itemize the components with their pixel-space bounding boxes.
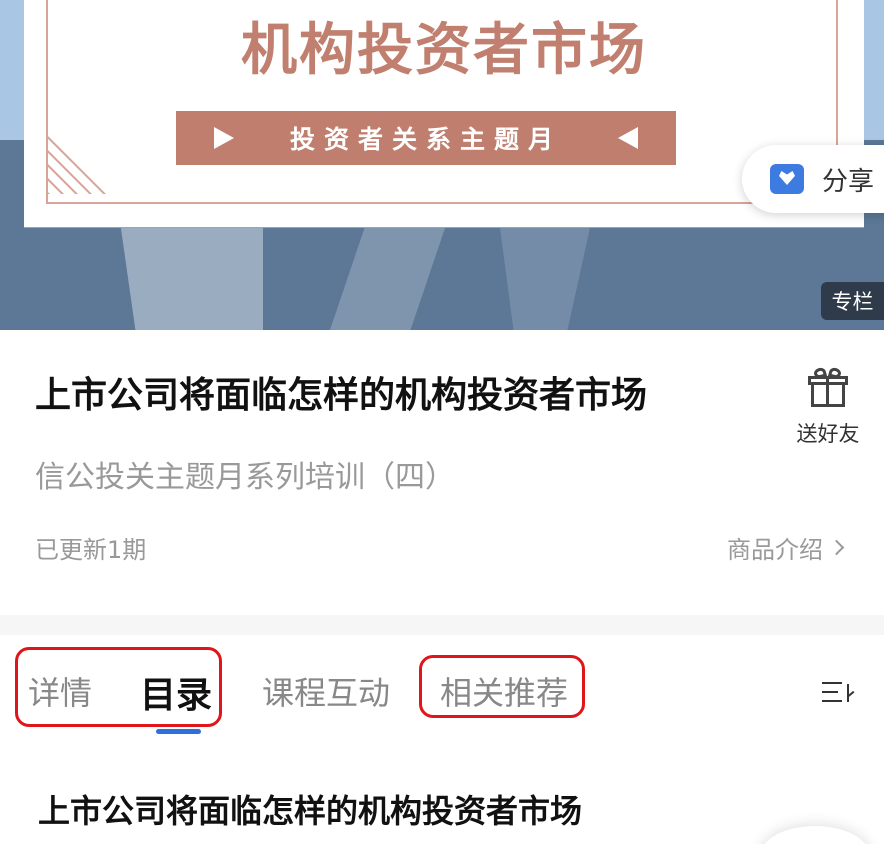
column-badge: 专栏: [821, 282, 884, 320]
product-intro-label: 商品介绍: [727, 536, 823, 564]
chevron-right-icon: [828, 539, 845, 556]
update-status: 已更新1期: [35, 536, 147, 564]
product-intro-link[interactable]: 商品介绍: [727, 530, 845, 565]
play-right-icon: [214, 127, 234, 149]
active-tab-indicator: [156, 729, 201, 734]
highlight-box: [419, 655, 585, 718]
share-label: 分享: [822, 166, 875, 197]
banner-ribbon-text: 投资者关系主题月: [289, 125, 562, 154]
course-title: 上市公司将面临怎样的机构投资者市场: [35, 375, 648, 416]
cover-banner: 机构投资者市场 投资者关系主题月 分享 专栏: [0, 0, 884, 330]
sort-list-icon[interactable]: [822, 678, 858, 708]
gift-label: 送好友: [796, 422, 860, 446]
highlight-box: [15, 647, 222, 727]
share-heart-icon: [770, 164, 804, 194]
banner-title: 机构投资者市场: [241, 18, 647, 83]
tab-course-interaction[interactable]: 课程互动: [262, 668, 390, 714]
banner-card: 机构投资者市场 投资者关系主题月: [24, 0, 864, 228]
banner-ribbon: 投资者关系主题月: [176, 111, 676, 165]
floating-button-edge: [760, 826, 870, 844]
course-subtitle: 信公投关主题月系列培训（四）: [35, 460, 455, 495]
gift-to-friend-button[interactable]: 送好友: [788, 366, 868, 448]
share-button[interactable]: 分享: [742, 145, 884, 213]
play-left-icon: [618, 127, 638, 149]
corner-hatch: [46, 124, 116, 194]
section-divider: [0, 615, 884, 635]
gift-icon: [808, 366, 848, 408]
light-beam: [120, 228, 263, 330]
catalog-item-title[interactable]: 上市公司将面临怎样的机构投资者市场: [38, 786, 582, 832]
